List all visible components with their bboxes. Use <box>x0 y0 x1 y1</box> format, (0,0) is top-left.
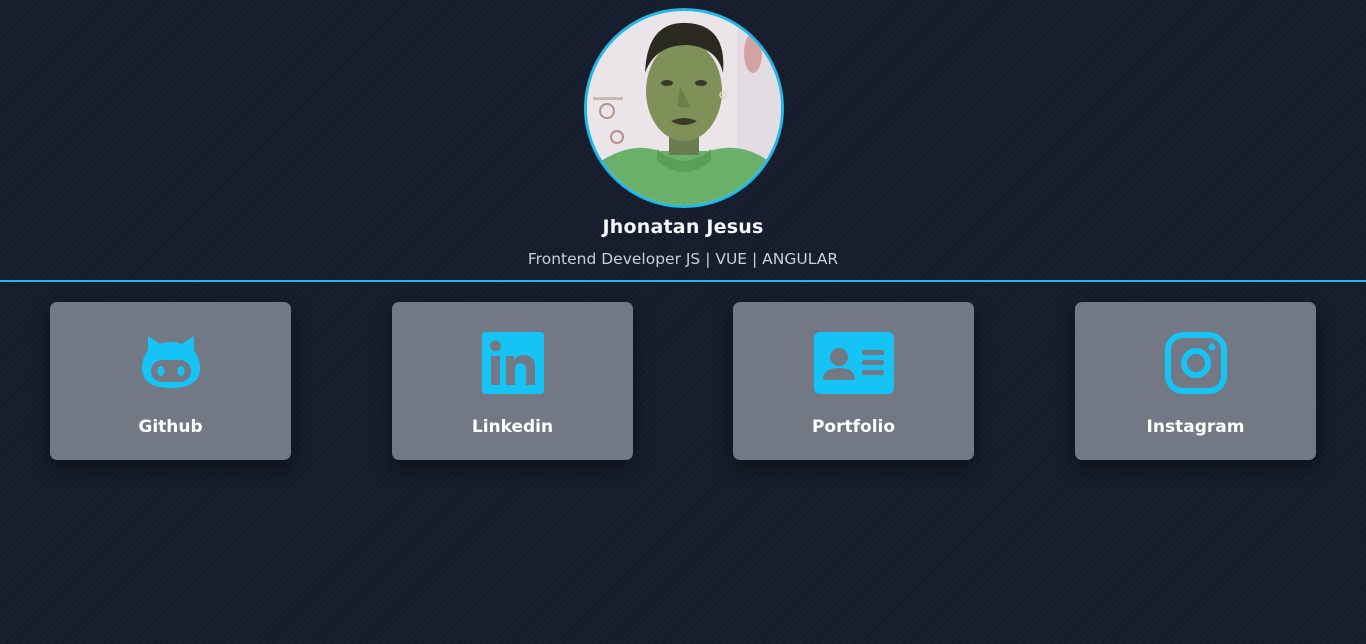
instagram-icon <box>1165 332 1227 394</box>
profile-photo <box>587 11 781 205</box>
portfolio-link-card[interactable]: Portfolio <box>733 302 974 460</box>
github-label: Github <box>138 417 203 437</box>
instagram-link-card[interactable]: Instagram <box>1075 302 1316 460</box>
linkedin-label: Linkedin <box>471 417 554 437</box>
instagram-label: Instagram <box>1146 417 1245 437</box>
github-link-card[interactable]: Github <box>50 302 291 460</box>
linkedin-icon <box>482 332 544 394</box>
profile-header: Jhonatan Jesus Frontend Developer JS | V… <box>0 0 1366 280</box>
github-icon <box>140 332 202 394</box>
id-card-icon <box>814 332 894 394</box>
linkedin-link-card[interactable]: Linkedin <box>392 302 633 460</box>
profile-name: Jhonatan Jesus <box>602 216 764 238</box>
profile-role: Frontend Developer JS | VUE | ANGULAR <box>527 250 839 268</box>
portfolio-label: Portfolio <box>811 417 896 437</box>
header-divider <box>0 280 1366 282</box>
avatar <box>584 8 784 208</box>
